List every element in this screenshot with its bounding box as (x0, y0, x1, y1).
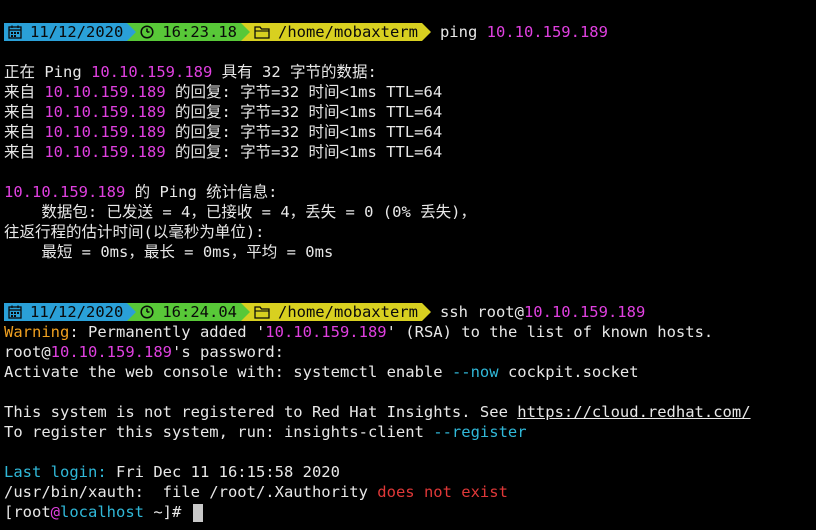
reply-prefix: 来自 (4, 123, 45, 141)
shell-prompt-host: localhost (60, 503, 145, 521)
shell-prompt-at: @ (50, 503, 61, 521)
command-ip: 10.10.159.189 (523, 303, 646, 321)
shell-prompt-suffix: ~]# (144, 503, 191, 521)
prompt-date: 11/12/2020 (30, 303, 124, 321)
shell-prompt-line[interactable]: [root@localhost ~]# (0, 502, 816, 522)
output-line: 数据包: 已发送 = 4，已接收 = 4，丢失 = 0 (0% 丢失)， (4, 203, 476, 221)
command-ip: 10.10.159.189 (486, 23, 608, 41)
output-line: /usr/bin/xauth: file /root/.Xauthority d… (0, 482, 816, 502)
reply-suffix: 的回复: 字节=32 时间<1ms TTL=64 (165, 123, 443, 141)
output-line: 来自 10.10.159.189 的回复: 字节=32 时间<1ms TTL=6… (0, 82, 816, 102)
output-line: 10.10.159.189 的 Ping 统计信息: (0, 182, 816, 202)
prompt-date-segment: 11/12/2020 (4, 23, 128, 41)
output-line: 来自 10.10.159.189 的回复: 字节=32 时间<1ms TTL=6… (0, 102, 816, 122)
output-line: Last login: Fri Dec 11 16:15:58 2020 (0, 462, 816, 482)
ip-address: 10.10.159.189 (44, 143, 166, 161)
register-text: To register this system, run: insights-c… (4, 423, 434, 441)
reply-suffix: 的回复: 字节=32 时间<1ms TTL=64 (165, 143, 443, 161)
warning-label: Warning (4, 323, 70, 341)
stats-title: 的 Ping 统计信息: (125, 183, 278, 201)
cli-flag: --register (433, 423, 527, 441)
command: ssh root@ (439, 303, 524, 321)
ip-address: 10.10.159.189 (44, 103, 166, 121)
calendar-icon (8, 25, 22, 39)
command-text: ssh root@10.10.159.189 (431, 302, 645, 322)
xauth-error: does not exist (377, 483, 508, 501)
password-prompt: root@ (4, 343, 51, 361)
output-line: 最短 = 0ms，最长 = 0ms，平均 = 0ms (4, 243, 334, 261)
reply-suffix: 的回复: 字节=32 时间<1ms TTL=64 (165, 83, 443, 101)
segment-separator (127, 303, 137, 321)
clock-icon (140, 25, 154, 39)
last-login-value: Fri Dec 11 16:15:58 2020 (106, 463, 340, 481)
folder-icon (254, 26, 270, 39)
reply-prefix: 来自 (4, 103, 45, 121)
warning-text: : Permanently added ' (69, 323, 266, 341)
reply-prefix: 来自 (4, 143, 45, 161)
ip-address: 10.10.159.189 (44, 123, 166, 141)
prompt-path-segment: /home/mobaxterm (249, 303, 422, 321)
ip-address: 10.10.159.189 (91, 63, 213, 81)
output-line: Activate the web console with: systemctl… (0, 362, 816, 382)
calendar-icon (8, 305, 22, 319)
clock-icon (140, 305, 154, 319)
prompt-path: /home/mobaxterm (277, 23, 418, 41)
shell-prompt-user: [root (4, 503, 51, 521)
activate-text: Activate the web console with: systemctl… (4, 363, 452, 381)
output-line: 来自 10.10.159.189 的回复: 字节=32 时间<1ms TTL=6… (0, 142, 816, 162)
prompt-date-segment: 11/12/2020 (4, 303, 128, 321)
reply-prefix: 来自 (4, 83, 45, 101)
last-login-label: Last login: (4, 463, 107, 481)
prompt-time-segment: 16:23.18 (136, 23, 241, 41)
command-text: ping 10.10.159.189 (431, 22, 608, 42)
folder-icon (254, 306, 270, 319)
ip-address: 10.10.159.189 (4, 183, 126, 201)
ip-address: 10.10.159.189 (50, 343, 172, 361)
text-cursor[interactable] (192, 503, 203, 522)
ip-address: 10.10.159.189 (265, 323, 387, 341)
prompt-time: 16:24.04 (162, 303, 237, 321)
segment-separator (127, 23, 137, 41)
prompt-time: 16:23.18 (162, 23, 237, 41)
cli-flag: --now (451, 363, 499, 381)
prompt-path: /home/mobaxterm (277, 303, 418, 321)
redhat-link[interactable]: https://cloud.redhat.com/ (517, 403, 750, 421)
output-line: root@10.10.159.189's password: (0, 342, 816, 362)
output-line: 来自 10.10.159.189 的回复: 字节=32 时间<1ms TTL=6… (0, 122, 816, 142)
output-line: 正在 Ping 10.10.159.189 具有 32 字节的数据: (0, 62, 816, 82)
reply-suffix: 的回复: 字节=32 时间<1ms TTL=64 (165, 103, 443, 121)
output-line: Warning: Permanently added '10.10.159.18… (0, 322, 816, 342)
prompt-line: 11/12/2020 16:23.18 /home/mobaxterm ping… (0, 22, 816, 42)
password-prompt: 's password: (172, 343, 284, 361)
ping-header-prefix: 正在 Ping (4, 63, 91, 81)
register-text: This system is not registered to Red Hat… (4, 403, 518, 421)
xauth-text: /usr/bin/xauth: file /root/.Xauthority (4, 483, 378, 501)
ping-header-suffix: 具有 32 字节的数据: (212, 63, 377, 81)
prompt-date: 11/12/2020 (30, 23, 124, 41)
output-line: 往返行程的估计时间(以毫秒为单位): (4, 223, 265, 241)
prompt-time-segment: 16:24.04 (136, 303, 241, 321)
segment-separator (240, 303, 250, 321)
segment-separator (240, 23, 250, 41)
prompt-line: 11/12/2020 16:24.04 /home/mobaxterm ssh … (0, 302, 816, 322)
output-line: To register this system, run: insights-c… (0, 422, 816, 442)
terminal-window[interactable]: 11/12/2020 16:23.18 /home/mobaxterm ping… (0, 0, 816, 530)
ip-address: 10.10.159.189 (44, 83, 166, 101)
prompt-path-segment: /home/mobaxterm (249, 23, 422, 41)
output-line: This system is not registered to Red Hat… (0, 402, 816, 422)
segment-separator (421, 303, 431, 321)
warning-text: ' (RSA) to the list of known hosts. (386, 323, 714, 341)
activate-text: cockpit.socket (498, 363, 639, 381)
command: ping (439, 23, 487, 41)
segment-separator (421, 23, 431, 41)
